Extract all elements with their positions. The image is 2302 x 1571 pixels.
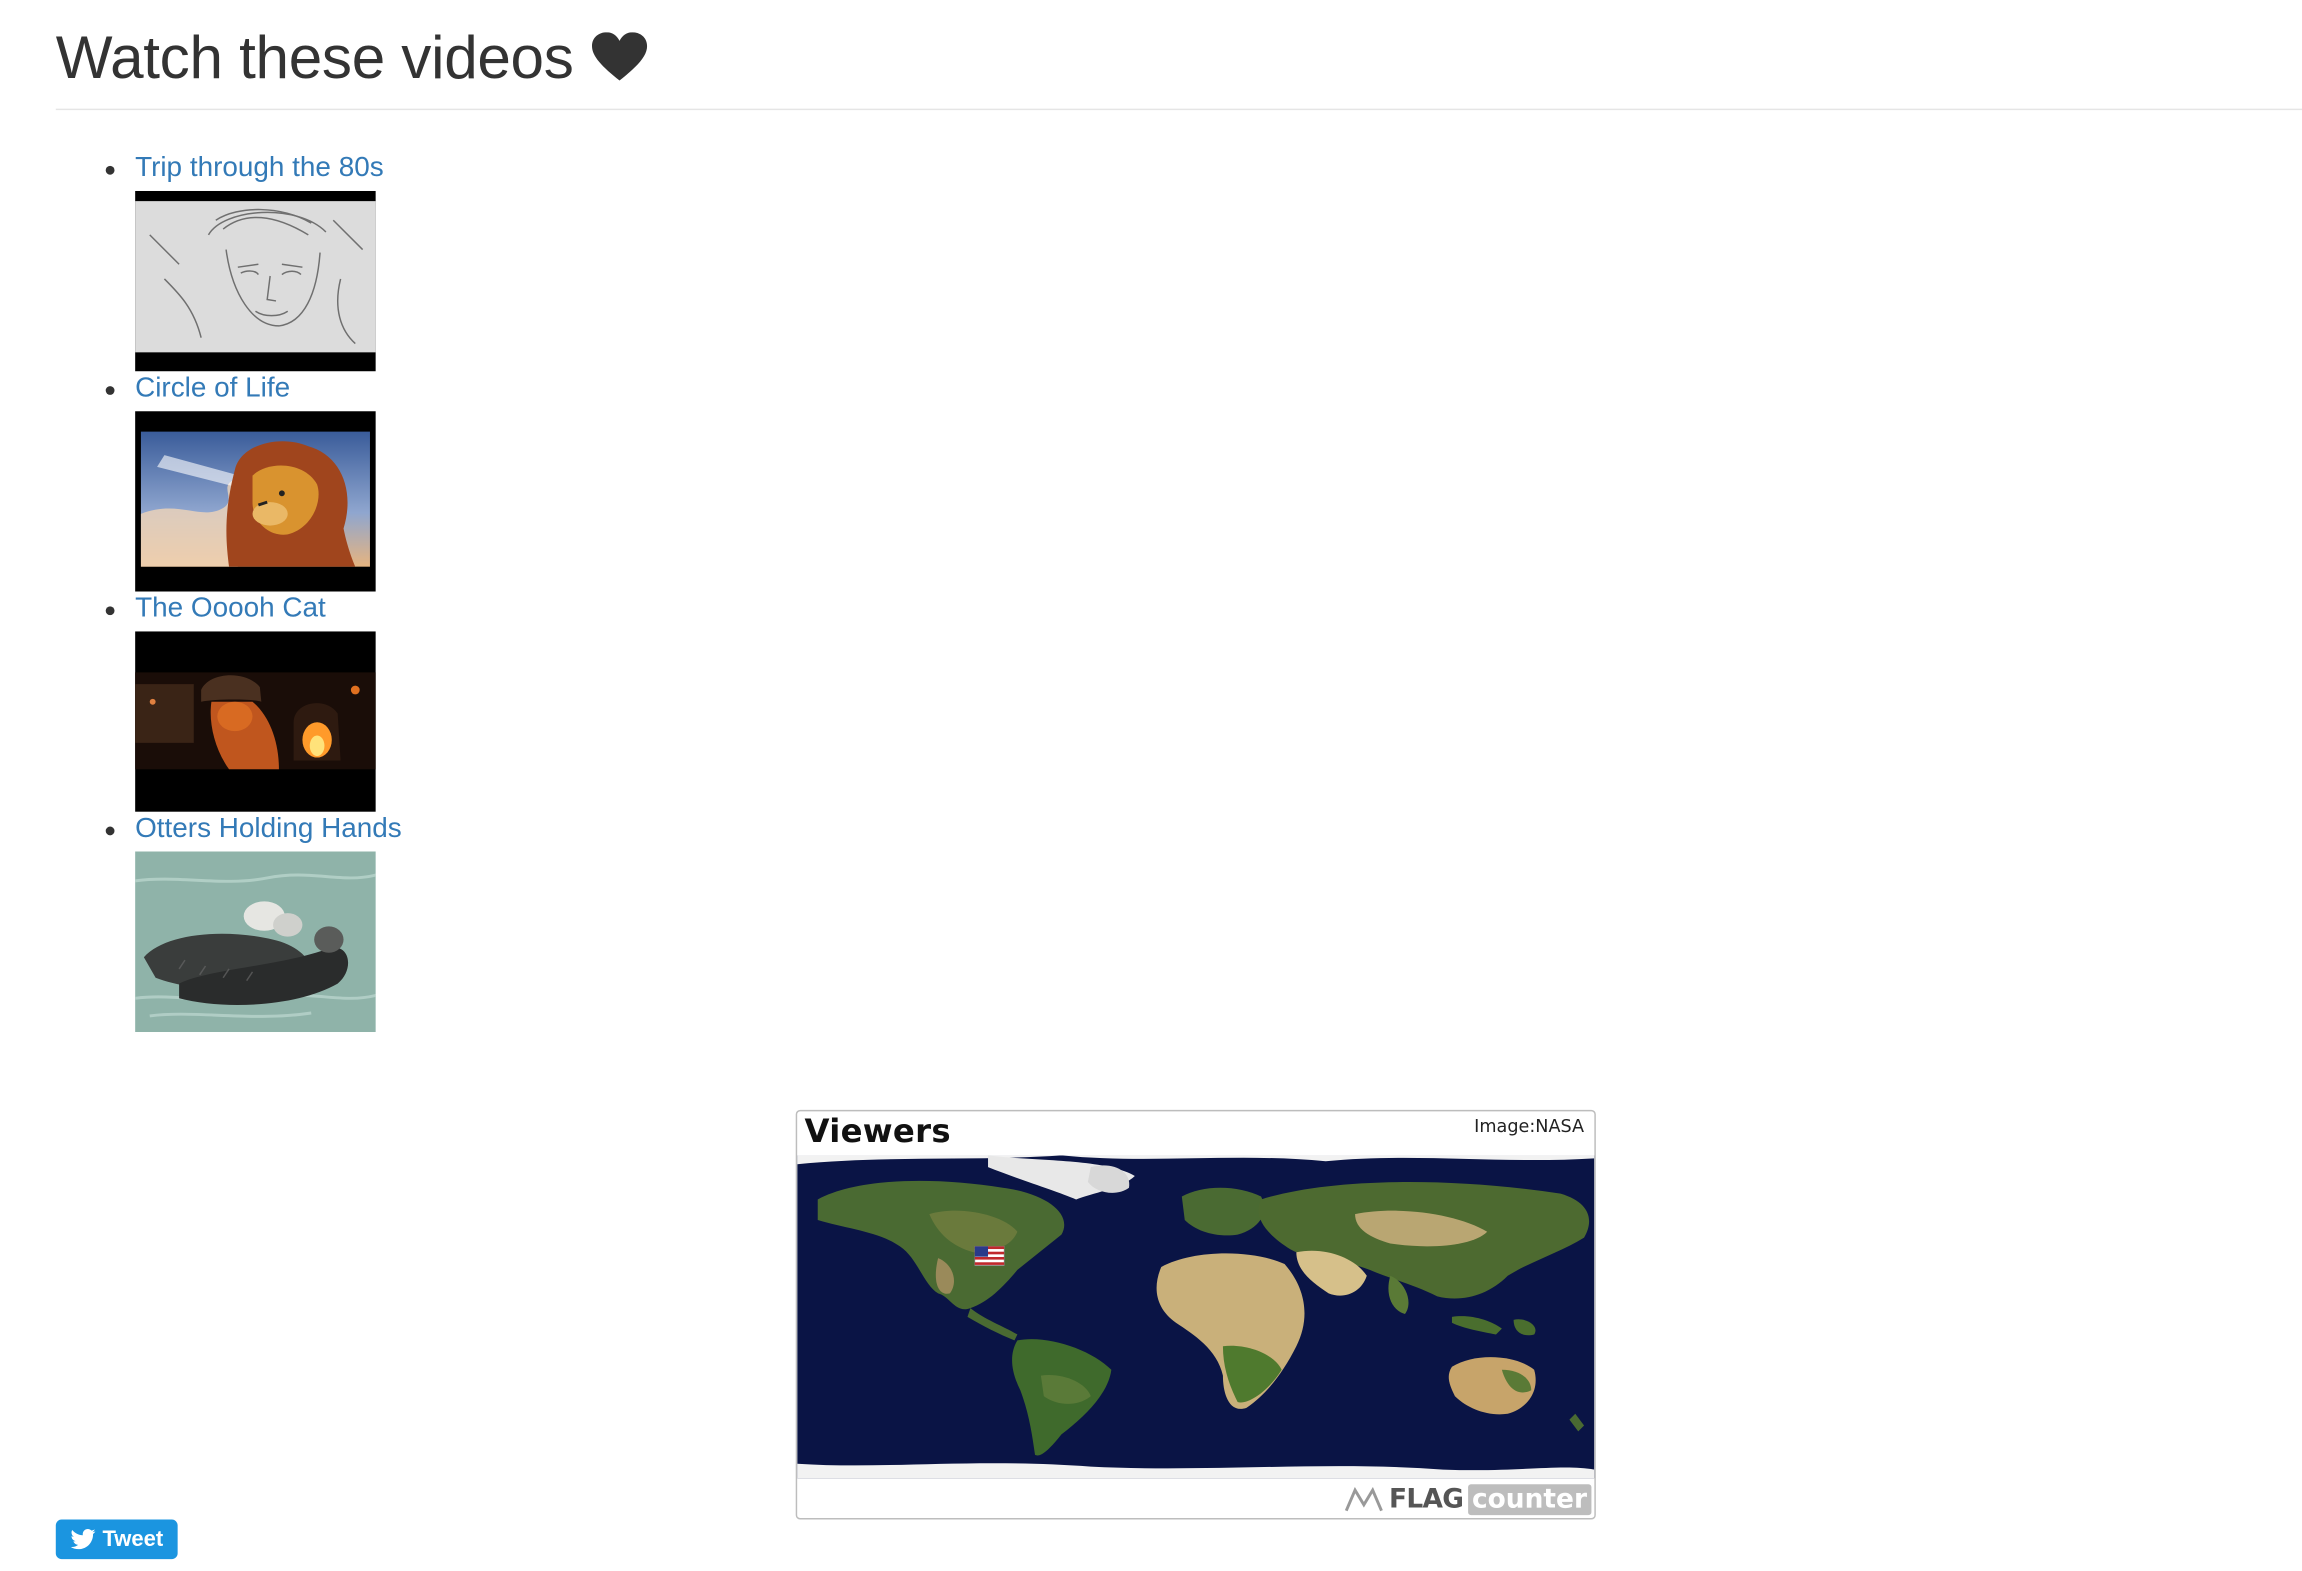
- list-item: Otters Holding Hands: [0, 807, 402, 1033]
- video-list: Trip through the 80s Circle of Life The …: [0, 147, 402, 1033]
- flag-counter-brand-flag: FLAG: [1389, 1484, 1464, 1516]
- video-thumbnail-circle-of-life[interactable]: [135, 411, 376, 592]
- list-item: Circle of Life: [0, 367, 402, 592]
- heart-icon: [591, 32, 647, 81]
- flag-counter-title: Viewers: [804, 1114, 951, 1151]
- video-link-trip-80s[interactable]: Trip through the 80s: [135, 147, 402, 191]
- video-thumbnail-otters[interactable]: [135, 851, 376, 1033]
- page-header: Watch these videos: [55, 18, 2302, 111]
- tweet-button-label: Tweet: [102, 1526, 164, 1552]
- flag-counter-logo-icon: [1345, 1486, 1384, 1511]
- list-item: The Ooooh Cat: [0, 587, 402, 812]
- video-link-circle-of-life[interactable]: Circle of Life: [135, 367, 402, 411]
- flag-counter-widget[interactable]: Viewers Image:NASA FLAG counter: [795, 1109, 1596, 1520]
- us-flag-icon: [974, 1246, 1005, 1266]
- page-title: Watch these videos: [56, 18, 2302, 97]
- bullet: [105, 826, 115, 836]
- video-thumbnail-trip-80s[interactable]: [135, 190, 376, 372]
- bullet: [105, 386, 115, 395]
- flag-counter-credit: Image:NASA: [1474, 1115, 1585, 1137]
- list-item: Trip through the 80s: [0, 147, 402, 372]
- video-thumbnail-ooooh-cat[interactable]: [135, 631, 376, 812]
- bullet: [105, 606, 115, 616]
- page: Watch these videos Trip through the 80s: [0, 0, 2302, 1571]
- bullet: [105, 165, 115, 175]
- video-link-otters[interactable]: Otters Holding Hands: [135, 807, 402, 851]
- flag-counter-brand-counter: counter: [1467, 1484, 1592, 1516]
- video-link-ooooh-cat[interactable]: The Ooooh Cat: [135, 587, 402, 631]
- twitter-bird-icon: [70, 1529, 96, 1550]
- flag-counter-brand: FLAG counter: [1344, 1484, 1592, 1516]
- tweet-button[interactable]: Tweet: [55, 1519, 178, 1560]
- world-map: [797, 1155, 1595, 1479]
- page-title-text: Watch these videos: [55, 23, 574, 92]
